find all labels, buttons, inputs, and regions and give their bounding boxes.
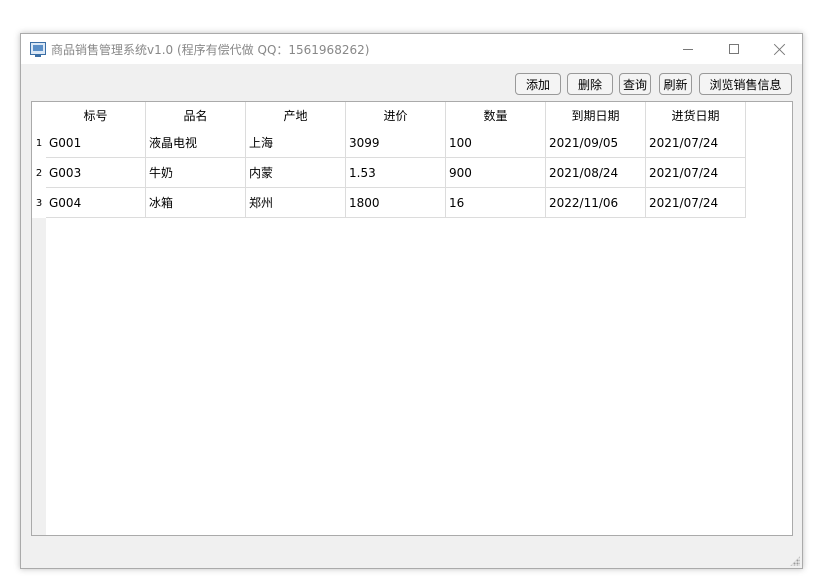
- column-header-name[interactable]: 品名: [146, 102, 246, 128]
- table-cell[interactable]: 3099: [346, 128, 446, 158]
- minimize-icon: [683, 48, 693, 50]
- table-cell[interactable]: G004: [46, 188, 146, 218]
- toolbar: 添加 删除 查询 刷新 浏览销售信息: [21, 73, 802, 95]
- close-icon: [774, 43, 786, 55]
- table-cell[interactable]: G001: [46, 128, 146, 158]
- maximize-icon: [729, 44, 739, 54]
- table-cell[interactable]: 2021/07/24: [646, 158, 746, 188]
- table-cell[interactable]: 液晶电视: [146, 128, 246, 158]
- column-header-quantity[interactable]: 数量: [446, 102, 546, 128]
- column-header-purchase-date[interactable]: 进货日期: [646, 102, 746, 128]
- column-header-price[interactable]: 进价: [346, 102, 446, 128]
- resize-grip-icon[interactable]: [790, 556, 800, 566]
- minimize-button[interactable]: [665, 34, 711, 64]
- query-button[interactable]: 查询: [619, 73, 651, 95]
- column-header-origin[interactable]: 产地: [246, 102, 346, 128]
- table-cell[interactable]: 100: [446, 128, 546, 158]
- refresh-button[interactable]: 刷新: [659, 73, 692, 95]
- row-header[interactable]: 3: [32, 188, 46, 218]
- row-header[interactable]: 2: [32, 158, 46, 188]
- table-cell[interactable]: 2021/08/24: [546, 158, 646, 188]
- table-corner[interactable]: [32, 102, 46, 128]
- column-header-id[interactable]: 标号: [46, 102, 146, 128]
- monitor-icon: [30, 42, 46, 57]
- table-cell[interactable]: 900: [446, 158, 546, 188]
- table-cell[interactable]: 2022/11/06: [546, 188, 646, 218]
- row-header-column: 1 2 3: [32, 128, 46, 535]
- table-cell[interactable]: 16: [446, 188, 546, 218]
- table-cell[interactable]: 2021/07/24: [646, 188, 746, 218]
- add-button[interactable]: 添加: [515, 73, 561, 95]
- title-bar[interactable]: 商品销售管理系统v1.0 (程序有偿代做 QQ：1561968262): [21, 34, 802, 64]
- table-cell[interactable]: 2021/09/05: [546, 128, 646, 158]
- window-title: 商品销售管理系统v1.0 (程序有偿代做 QQ：1561968262): [51, 43, 370, 57]
- table-cell[interactable]: 冰箱: [146, 188, 246, 218]
- table-cell[interactable]: 上海: [246, 128, 346, 158]
- table-cell[interactable]: 郑州: [246, 188, 346, 218]
- delete-button[interactable]: 删除: [567, 73, 613, 95]
- table-cell[interactable]: 1.53: [346, 158, 446, 188]
- table-cell[interactable]: 1800: [346, 188, 446, 218]
- row-header[interactable]: 1: [32, 128, 46, 158]
- column-header-expiry-date[interactable]: 到期日期: [546, 102, 646, 128]
- maximize-button[interactable]: [711, 34, 757, 64]
- goods-table[interactable]: 1 2 3 标号 品名 产地 进价 数量 到期日期 进货日期 G001 液晶电视…: [31, 101, 793, 536]
- table-cell[interactable]: 内蒙: [246, 158, 346, 188]
- close-button[interactable]: [757, 34, 803, 64]
- browse-sales-button[interactable]: 浏览销售信息: [699, 73, 792, 95]
- table-cell[interactable]: 牛奶: [146, 158, 246, 188]
- main-window: 商品销售管理系统v1.0 (程序有偿代做 QQ：1561968262) 添加 删…: [20, 33, 803, 569]
- table-cell[interactable]: 2021/07/24: [646, 128, 746, 158]
- table-cell[interactable]: G003: [46, 158, 146, 188]
